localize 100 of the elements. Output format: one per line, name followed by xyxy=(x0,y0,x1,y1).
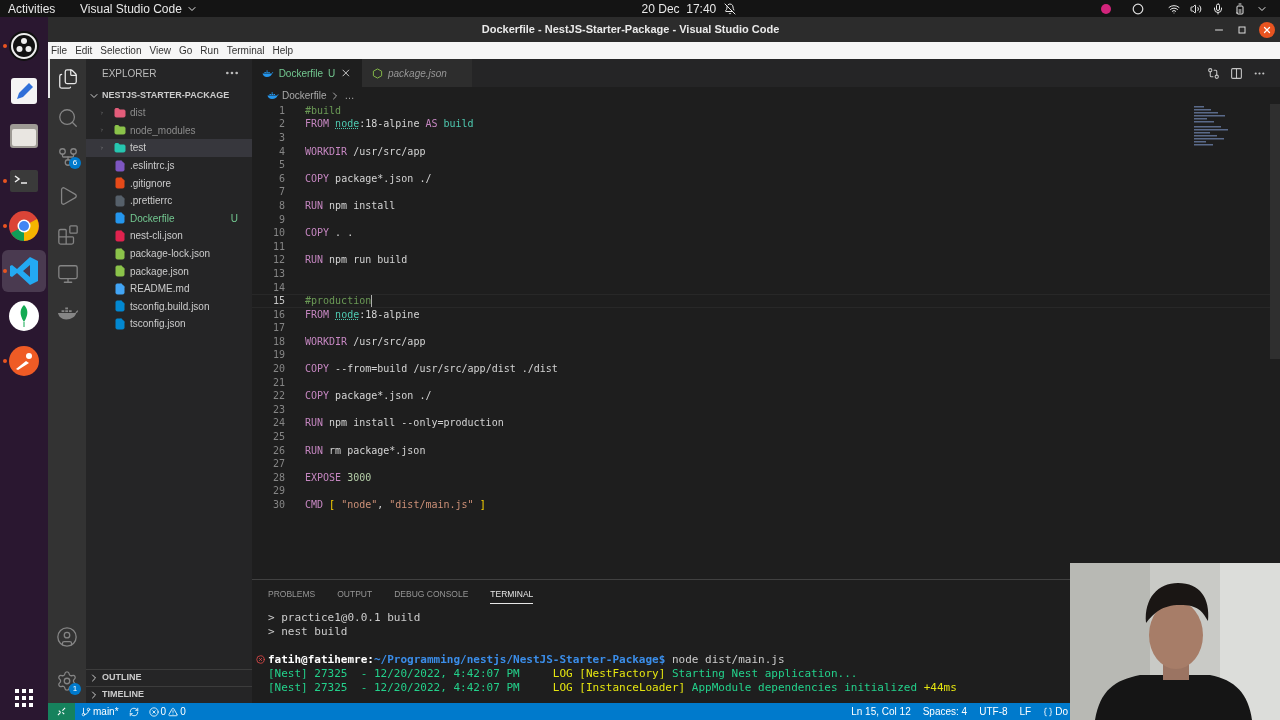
wifi-icon[interactable] xyxy=(1168,2,1180,15)
figure-app-icon xyxy=(8,345,40,377)
tree-item[interactable]: node_modules xyxy=(86,121,252,140)
split-editor-icon[interactable] xyxy=(1230,66,1243,80)
code-line: FROM node:18-alpine xyxy=(305,309,420,320)
settings-icon[interactable] xyxy=(56,670,78,692)
line-number: 3 xyxy=(277,133,285,143)
terminal-line: > nest build xyxy=(268,625,348,637)
code-line: RUN npm install --only=production xyxy=(305,418,504,429)
browser-app-icon xyxy=(8,210,40,242)
tree-item[interactable]: package-lock.json xyxy=(86,244,252,263)
line-number: 10 xyxy=(271,228,285,239)
tree-item[interactable]: test xyxy=(86,139,252,157)
close-button[interactable] xyxy=(1259,21,1275,38)
compare-icon[interactable] xyxy=(1207,66,1220,80)
line-number: 5 xyxy=(277,160,285,171)
line-number: 1 xyxy=(277,105,285,116)
restore-button[interactable] xyxy=(1237,24,1247,35)
panel-tab[interactable]: DEBUG CONSOLE xyxy=(394,585,469,604)
sync-icon[interactable] xyxy=(128,706,139,717)
section-header[interactable]: OUTLINE xyxy=(86,669,252,686)
line-number: 8 xyxy=(277,200,285,211)
code-line: #production xyxy=(305,296,372,307)
code-line: COPY package*.json ./ xyxy=(305,391,432,402)
account-icon[interactable] xyxy=(56,626,78,648)
line-number: 26 xyxy=(271,445,285,456)
menu-item[interactable]: Selection xyxy=(100,43,142,58)
menu-item[interactable]: Help xyxy=(272,43,294,58)
language-button[interactable]: Do xyxy=(1043,704,1068,719)
ring-tray-icon[interactable] xyxy=(1132,2,1144,15)
tree-item[interactable]: .eslintrc.js xyxy=(86,156,252,175)
terminal-line: > practice1@0.0.1 build xyxy=(268,611,421,623)
tree-item[interactable]: tsconfig.json xyxy=(86,315,252,333)
tree-item[interactable]: README.md xyxy=(86,279,252,298)
line-number: 29 xyxy=(271,486,285,497)
leaf-app-icon xyxy=(8,300,40,332)
circle-app-icon xyxy=(8,30,40,62)
battery-icon[interactable] xyxy=(1234,2,1246,15)
warning-icon xyxy=(168,706,179,717)
tree-item[interactable]: .prettierrc xyxy=(86,191,252,210)
menu-item[interactable]: Edit xyxy=(75,43,93,58)
search-icon[interactable] xyxy=(57,106,79,129)
line-number: 9 xyxy=(277,214,285,225)
extensions-icon[interactable] xyxy=(57,223,79,246)
branch-button[interactable]: main* xyxy=(81,704,119,719)
folder-header[interactable]: NESTJS-STARTER-PACKAGE xyxy=(86,87,252,104)
menu-item[interactable]: Terminal xyxy=(226,43,265,58)
line-number: 2 xyxy=(277,119,285,130)
problems-button[interactable]: 0 0 xyxy=(148,704,186,719)
line-number: 4 xyxy=(277,146,285,157)
code-line: RUN rm package*.json xyxy=(305,445,426,456)
line-number: 23 xyxy=(271,404,285,415)
clock[interactable]: 20 Dec 17:40 xyxy=(641,0,717,18)
menu-item[interactable]: Go xyxy=(179,43,193,58)
menu-item[interactable]: View xyxy=(149,43,171,58)
menu-item[interactable]: File xyxy=(51,43,68,58)
code-line: WORKDIR /usr/src/app xyxy=(305,336,426,347)
tree-item[interactable]: .gitignore xyxy=(86,174,252,192)
status-item[interactable]: Ln 15, Col 12 xyxy=(851,704,911,719)
tree-item[interactable]: package.json xyxy=(86,262,252,280)
line-number: 6 xyxy=(277,173,285,184)
status-item[interactable]: LF xyxy=(1019,704,1032,719)
app-grid-icon[interactable] xyxy=(14,688,34,708)
close-icon[interactable] xyxy=(340,67,352,79)
source-control-icon[interactable] xyxy=(57,145,79,168)
code-line: EXPOSE 3000 xyxy=(305,472,372,483)
breadcrumb-item[interactable]: Dockerfile xyxy=(282,88,327,103)
line-number: 28 xyxy=(271,472,285,483)
panel-tab[interactable]: TERMINAL xyxy=(490,585,534,604)
app-menu[interactable]: Visual Studio Code xyxy=(80,0,198,18)
code-line: COPY --from=build /usr/src/app/dist ./dist xyxy=(305,364,558,375)
monitor-icon[interactable] xyxy=(57,262,79,285)
tree-item[interactable]: Dockerfile U xyxy=(86,209,252,228)
editor-tab[interactable]: Dockerfile U xyxy=(252,59,362,87)
line-number: 14 xyxy=(271,282,285,293)
activities-button[interactable]: Activities xyxy=(8,0,68,18)
tree-item[interactable]: dist xyxy=(86,104,252,122)
status-item[interactable]: Spaces: 4 xyxy=(922,704,968,719)
editor-tab[interactable]: package.json xyxy=(362,59,472,87)
git-status: U xyxy=(230,211,238,226)
line-number: 25 xyxy=(271,432,285,443)
terminal-line: [Nest] 27325 - 12/20/2022, 4:42:07 PM LOG [NestFactory] Starting Nest application... xyxy=(268,667,858,679)
error-icon xyxy=(148,706,159,717)
line-number: 16 xyxy=(271,309,285,320)
panel-tab[interactable]: OUTPUT xyxy=(337,585,373,604)
line-number: 18 xyxy=(271,336,285,347)
files-icon[interactable] xyxy=(57,67,79,90)
breadcrumb-item[interactable]: … xyxy=(344,88,355,103)
tree-item[interactable]: tsconfig.build.json xyxy=(86,297,252,316)
volume-icon[interactable] xyxy=(1190,2,1202,15)
branch-icon xyxy=(81,706,91,717)
status-item[interactable]: UTF-8 xyxy=(979,704,1008,719)
tree-item[interactable]: nest-cli.json xyxy=(86,227,252,245)
menu-item[interactable]: Run xyxy=(200,43,219,58)
line-number: 19 xyxy=(271,350,285,361)
microphone-icon[interactable] xyxy=(1212,2,1224,15)
error-count: 0 xyxy=(160,705,167,719)
whale-icon xyxy=(267,91,279,100)
panel-tab[interactable]: PROBLEMS xyxy=(268,585,316,604)
line-number: 7 xyxy=(277,187,285,198)
